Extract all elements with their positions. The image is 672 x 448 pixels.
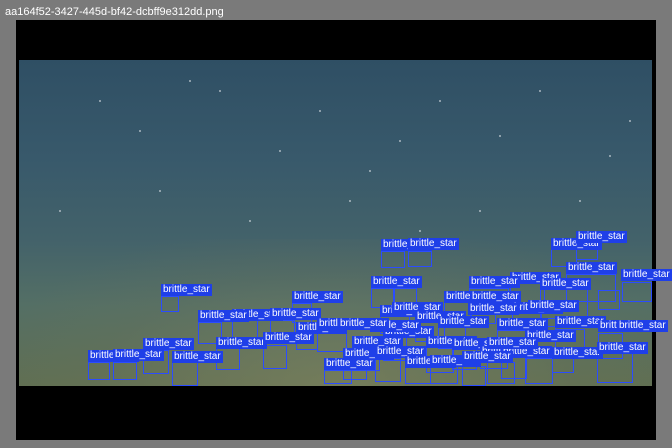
detection-box bbox=[113, 362, 137, 380]
detection-label: brittle_star bbox=[371, 276, 422, 288]
image-filename: aa164f52-3427-445d-bf42-dcbff9e312dd.png bbox=[5, 6, 224, 18]
detection-label: brittle_star bbox=[161, 284, 212, 296]
detection-label: brittle_star bbox=[540, 278, 591, 290]
marine-snow-speck bbox=[579, 200, 581, 202]
detection-box bbox=[462, 366, 486, 386]
detection-label: brittle_star bbox=[338, 318, 389, 330]
marine-snow-speck bbox=[99, 100, 101, 102]
detection-label: brittle_star bbox=[621, 269, 672, 281]
detection-label: brittle_star bbox=[597, 342, 648, 354]
marine-snow-speck bbox=[249, 220, 251, 222]
detection-label: brittle_star bbox=[438, 316, 489, 328]
marine-snow-speck bbox=[279, 150, 281, 152]
marine-snow-speck bbox=[59, 210, 61, 212]
detection-label: brittle_star bbox=[617, 320, 668, 332]
detection-box bbox=[552, 357, 574, 373]
detection-box bbox=[375, 358, 401, 382]
detection-label: brittle_star bbox=[408, 238, 459, 250]
marine-snow-speck bbox=[539, 90, 541, 92]
marine-snow-speck bbox=[369, 170, 371, 172]
detection-label: brittle_star bbox=[462, 351, 513, 363]
marine-snow-speck bbox=[419, 230, 421, 232]
detection-label: brittle_star bbox=[292, 291, 343, 303]
marine-snow-speck bbox=[479, 210, 481, 212]
detection-label: brittle_star bbox=[270, 308, 321, 320]
detection-box bbox=[525, 358, 553, 384]
marine-snow-speck bbox=[139, 130, 141, 132]
detection-box bbox=[408, 251, 432, 267]
detection-label: brittle_star bbox=[576, 231, 627, 243]
detection-label: brittle_star bbox=[468, 303, 519, 315]
detection-box bbox=[88, 362, 110, 380]
detection-box bbox=[381, 251, 405, 268]
detection-box bbox=[622, 282, 652, 302]
detection-label: brittle_star bbox=[216, 337, 267, 349]
detection-label: brittle_star bbox=[487, 337, 538, 349]
detection-label: brittle_star bbox=[263, 332, 314, 344]
marine-snow-speck bbox=[189, 80, 191, 82]
detection-label: brittle_star bbox=[566, 262, 617, 274]
marine-snow-speck bbox=[159, 190, 161, 192]
detection-box bbox=[161, 296, 179, 312]
marine-snow-speck bbox=[609, 155, 611, 157]
marine-snow-speck bbox=[439, 100, 441, 102]
marine-snow-speck bbox=[319, 110, 321, 112]
detection-label: brittle_star bbox=[198, 310, 249, 322]
detection-box bbox=[172, 360, 198, 386]
image-viewer[interactable]: brittle_star brittle_star brittle_star brit… bbox=[16, 20, 672, 440]
marine-snow-speck bbox=[499, 135, 501, 137]
detection-label: brittle_star bbox=[172, 351, 223, 363]
detection-label: brittle_star bbox=[469, 276, 520, 288]
detection-label: brittle_star bbox=[528, 300, 579, 312]
detection-label: brittle_star bbox=[552, 347, 603, 359]
detection-box bbox=[487, 362, 515, 384]
detection-box bbox=[598, 290, 620, 310]
detection-label: brittle_star bbox=[497, 318, 548, 330]
marine-snow-speck bbox=[399, 140, 401, 142]
marine-snow-speck bbox=[349, 200, 351, 202]
marine-snow-speck bbox=[219, 90, 221, 92]
detection-label: brittle_star bbox=[113, 349, 164, 361]
marine-snow-speck bbox=[629, 120, 631, 122]
